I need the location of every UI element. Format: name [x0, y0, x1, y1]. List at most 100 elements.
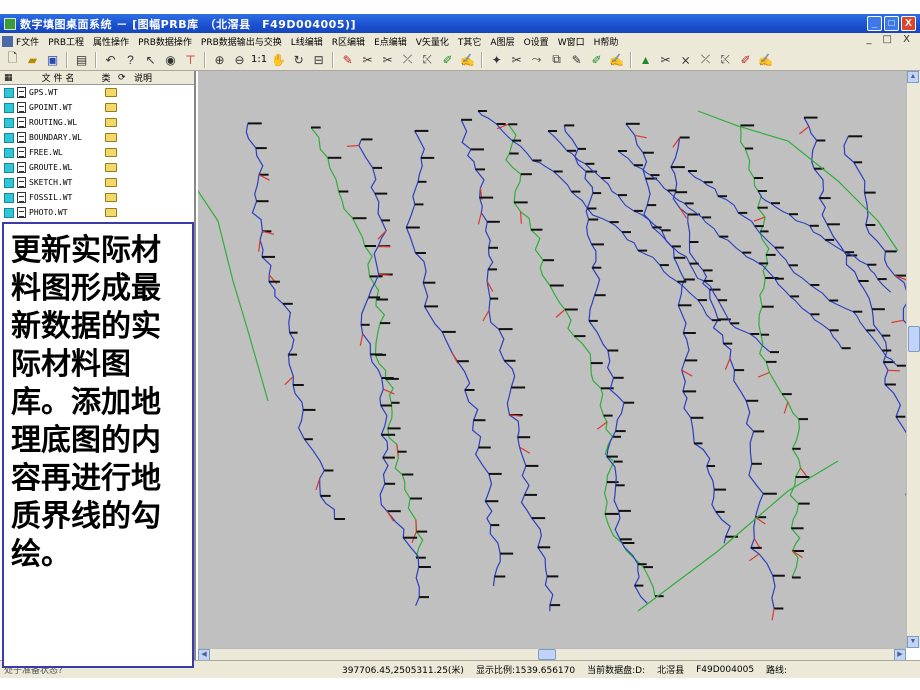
help-icon[interactable]: ?	[122, 51, 139, 68]
line-param-icon[interactable]: ✐	[439, 51, 456, 68]
folder-icon[interactable]	[105, 178, 117, 187]
file-row[interactable]: GPOINT.WT	[0, 100, 194, 115]
horizontal-scrollbar[interactable]: ◀ ▶	[198, 648, 906, 661]
scroll-up-icon[interactable]: ▲	[907, 71, 919, 83]
traverse-route-line[interactable]	[460, 119, 554, 612]
visibility-checkbox[interactable]	[4, 147, 14, 158]
region-merge-icon[interactable]: ⨯	[677, 51, 694, 68]
copy-point-icon[interactable]: ⧉	[548, 51, 565, 68]
maximize-button[interactable]: □	[884, 16, 899, 31]
file-row[interactable]: GROUTE.WL	[0, 160, 194, 175]
file-row[interactable]: ROUTING.WL	[0, 115, 194, 130]
menu-file[interactable]: F文件	[16, 35, 39, 48]
extend-line-icon[interactable]: ⤪	[419, 51, 436, 68]
traverse-route-line[interactable]	[505, 123, 656, 597]
menu-window[interactable]: W窗口	[558, 35, 585, 48]
geological-boundary-line[interactable]	[198, 190, 269, 402]
refresh-icon[interactable]: ↻	[290, 51, 307, 68]
traverse-route-line[interactable]	[547, 130, 771, 353]
menu-prb-project[interactable]: PRB工程	[48, 35, 84, 48]
visibility-checkbox[interactable]	[4, 162, 14, 173]
vertical-scrollbar[interactable]: ▲ ▼	[906, 71, 920, 648]
file-row[interactable]: GPS.WT	[0, 85, 194, 100]
traverse-route-line[interactable]	[245, 123, 336, 520]
folder-icon[interactable]	[105, 208, 117, 217]
mdi-controls[interactable]: _ □ X	[866, 34, 914, 45]
cut-line-icon[interactable]: ✂	[359, 51, 376, 68]
header-description[interactable]: 说明	[134, 71, 152, 84]
layers-icon[interactable]: ◉	[162, 51, 179, 68]
menu-prb-data[interactable]: PRB数据操作	[138, 35, 192, 48]
pin-icon[interactable]: ⊤	[182, 51, 199, 68]
vertical-scroll-thumb[interactable]	[908, 326, 920, 352]
visibility-checkbox[interactable]	[4, 87, 14, 98]
folder-icon[interactable]	[105, 163, 117, 172]
file-row[interactable]: PHOTO.WT	[0, 205, 194, 220]
visibility-checkbox[interactable]	[4, 207, 14, 218]
folder-icon[interactable]	[105, 133, 117, 142]
connect-line-icon[interactable]: ⤫	[399, 51, 416, 68]
split-line-icon[interactable]: ✂	[379, 51, 396, 68]
zoom-out-icon[interactable]: ⊖	[231, 51, 248, 68]
traverse-route-line[interactable]	[625, 123, 731, 544]
window-layout-icon[interactable]: ⊟	[310, 51, 327, 68]
menu-vectorize[interactable]: V矢量化	[416, 35, 449, 48]
header-type[interactable]: 类	[94, 71, 118, 84]
menu-layer[interactable]: A图层	[490, 35, 514, 48]
visibility-checkbox[interactable]	[4, 192, 14, 203]
menu-attribute[interactable]: 属性操作	[93, 35, 129, 48]
region-boundary-icon[interactable]: ⤪	[717, 51, 734, 68]
folder-icon[interactable]	[105, 118, 117, 127]
menu-point-edit[interactable]: E点编辑	[374, 35, 407, 48]
open-folder-icon[interactable]: ▰	[24, 51, 41, 68]
traverse-route-line[interactable]	[803, 117, 906, 591]
save-icon[interactable]: ▣	[44, 51, 61, 68]
traverse-route-line[interactable]	[310, 127, 424, 558]
pan-icon[interactable]: ✋	[270, 51, 287, 68]
file-row[interactable]: FOSSIL.WT	[0, 190, 194, 205]
zoom-ratio[interactable]: 1:1	[251, 54, 267, 65]
print-icon[interactable]: ▤	[73, 51, 90, 68]
new-file-icon[interactable]: 🗋	[4, 51, 21, 68]
header-file-name[interactable]: 文 件 名	[22, 71, 94, 84]
line-attr-icon[interactable]: ✍	[459, 51, 476, 68]
traverse-route-line[interactable]	[405, 130, 501, 587]
traverse-route-line[interactable]	[358, 139, 420, 607]
menu-other[interactable]: T其它	[458, 35, 482, 48]
zoom-in-icon[interactable]: ⊕	[211, 51, 228, 68]
scroll-down-icon[interactable]: ▼	[907, 636, 919, 648]
horizontal-scroll-thumb[interactable]	[538, 649, 556, 660]
point-attr-icon[interactable]: ✍	[608, 51, 625, 68]
region-split-icon[interactable]: ⤫	[697, 51, 714, 68]
region-cut-icon[interactable]: ✂	[657, 51, 674, 68]
add-point-icon[interactable]: ✦	[488, 51, 505, 68]
traverse-route-line[interactable]	[563, 125, 648, 604]
visibility-checkbox[interactable]	[4, 117, 14, 128]
close-button[interactable]: X	[901, 16, 916, 31]
move-point-icon[interactable]: ⤳	[528, 51, 545, 68]
folder-icon[interactable]	[105, 148, 117, 157]
cut-point-icon[interactable]: ✂	[508, 51, 525, 68]
file-row[interactable]: FREE.WL	[0, 145, 194, 160]
region-param-icon[interactable]: ✐	[737, 51, 754, 68]
file-row[interactable]: BOUNDARY.WL	[0, 130, 194, 145]
context-help-icon[interactable]: ↖	[142, 51, 159, 68]
menu-settings[interactable]: O设置	[524, 35, 549, 48]
region-fill-icon[interactable]: ▲	[637, 51, 654, 68]
draw-line-icon[interactable]: ✎	[339, 51, 356, 68]
point-text-icon[interactable]: ✎	[568, 51, 585, 68]
undo-icon[interactable]: ↶	[102, 51, 119, 68]
folder-icon[interactable]	[105, 193, 117, 202]
folder-icon[interactable]	[105, 103, 117, 112]
visibility-checkbox[interactable]	[4, 132, 14, 143]
point-param-icon[interactable]: ✐	[588, 51, 605, 68]
folder-icon[interactable]	[105, 88, 117, 97]
map-canvas[interactable]	[198, 71, 906, 648]
file-row[interactable]: SKETCH.WT	[0, 175, 194, 190]
visibility-checkbox[interactable]	[4, 102, 14, 113]
minimize-button[interactable]: _	[867, 16, 882, 31]
menu-prb-export[interactable]: PRB数据输出与交换	[201, 35, 282, 48]
route-map[interactable]	[198, 71, 906, 648]
menu-help[interactable]: H帮助	[594, 35, 619, 48]
menu-line-edit[interactable]: L线编辑	[291, 35, 323, 48]
